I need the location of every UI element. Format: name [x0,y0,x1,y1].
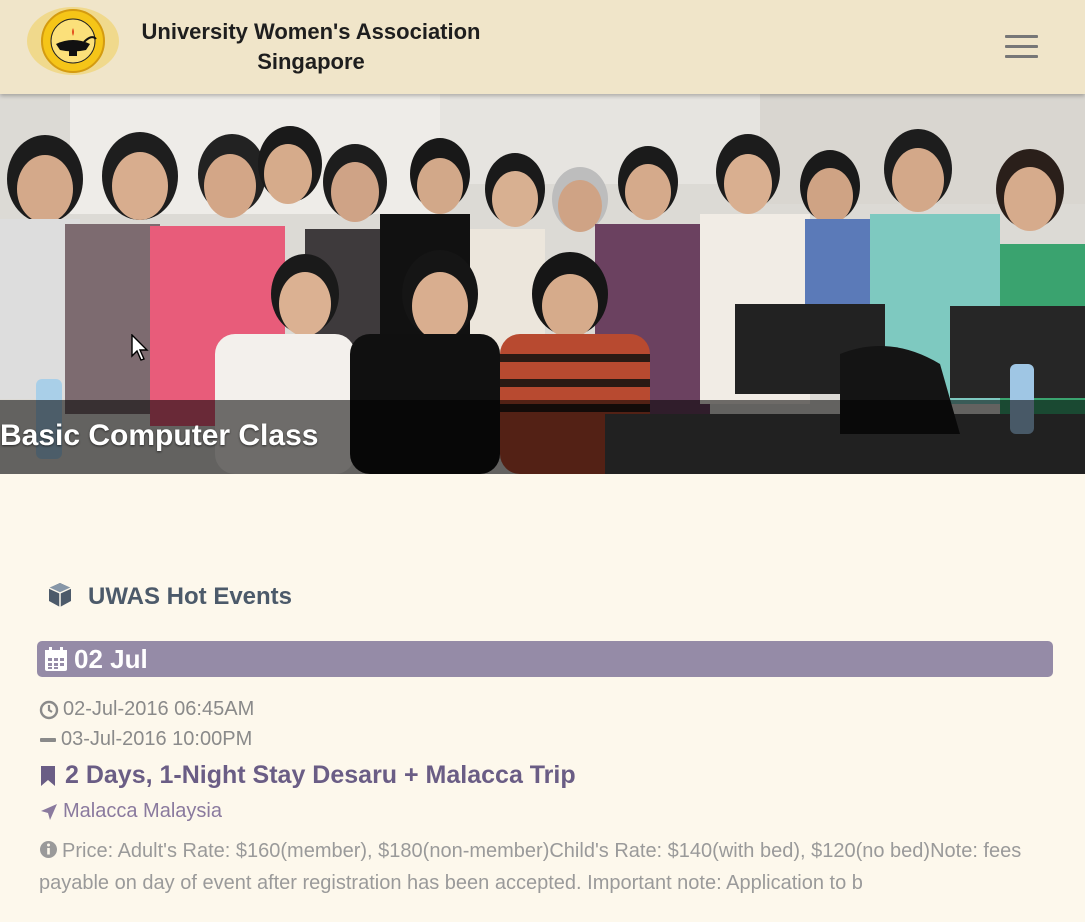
hero-caption[interactable]: Basic Computer Class [0,418,318,454]
org-name[interactable]: University Women's Association Singapore [138,17,484,77]
event-location: Malacca Malaysia [39,800,222,823]
section-title-text: UWAS Hot Events [88,583,293,610]
info-icon [39,838,58,868]
event-title[interactable]: 2 Days, 1-Night Stay Desaru + Malacca Tr… [39,761,576,790]
uwas-logo[interactable] [26,6,120,76]
event-title-text[interactable]: 2 Days, 1-Night Stay Desaru + Malacca Tr… [65,761,576,790]
clock-icon [39,700,59,720]
location-arrow-icon [39,802,59,822]
event-end-time: 03-Jul-2016 10:00PM [39,728,252,751]
event-end-text: 03-Jul-2016 10:00PM [61,728,253,750]
bookmark-icon [39,765,57,787]
hamburger-menu-icon[interactable] [1002,30,1042,64]
dash-icon [39,730,57,750]
section-title-hot-events: UWAS Hot Events [46,580,292,614]
org-name-line1: University Women's Association [141,19,481,44]
org-name-line2: Singapore [257,49,365,74]
calendar-icon [44,646,68,672]
site-header: University Women's Association Singapore [0,0,1085,94]
event-date-bar: 02 Jul [37,641,1053,677]
event-start-time: 02-Jul-2016 06:45AM [39,698,254,721]
hero-carousel[interactable]: Basic Computer Class [0,94,1085,474]
cube-icon [46,581,74,614]
event-start-text: 02-Jul-2016 06:45AM [63,698,255,720]
mouse-cursor-icon [131,333,149,367]
event-location-text: Malacca Malaysia [63,800,222,822]
event-date-label: 02 Jul [74,643,148,674]
event-description-text: Price: Adult's Rate: $160(member), $180(… [39,840,1022,894]
event-description: Price: Adult's Rate: $160(member), $180(… [39,836,1054,900]
